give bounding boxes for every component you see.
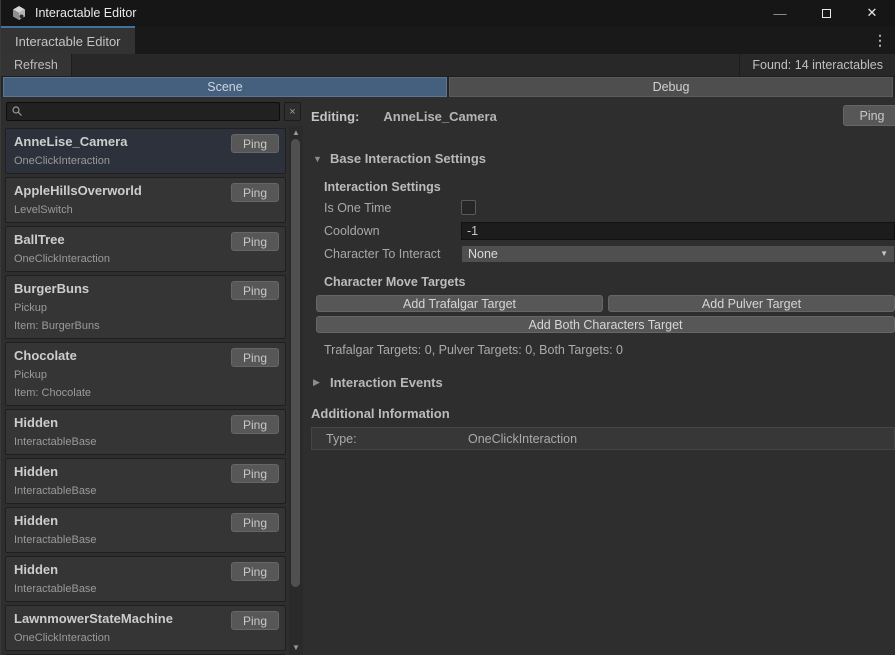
ping-button[interactable]: Ping [231, 611, 279, 630]
list-scrollbar[interactable]: ▲ ▼ [289, 126, 303, 655]
list-item[interactable]: BallTree Ping OneClickInteraction [5, 226, 286, 272]
item-type: OneClickInteraction [14, 253, 277, 266]
item-type: InteractableBase [14, 583, 277, 596]
cooldown-label: Cooldown [324, 224, 461, 238]
scene-list-panel: × AnneLise_Camera Ping OneClickInteracti… [1, 97, 303, 655]
view-tabs: Scene Debug [1, 77, 895, 97]
ping-button[interactable]: Ping [231, 348, 279, 367]
ping-selected-button[interactable]: Ping [843, 105, 895, 126]
character-to-interact-label: Character To Interact [324, 247, 461, 261]
add-both-targets-button[interactable]: Add Both Characters Target [316, 316, 895, 333]
ping-button[interactable]: Ping [231, 464, 279, 483]
toolbar: Refresh Found: 14 interactables [1, 54, 895, 77]
tab-debug[interactable]: Debug [449, 77, 893, 97]
scroll-up-icon[interactable]: ▲ [289, 126, 303, 138]
add-trafalgar-target-button[interactable]: Add Trafalgar Target [316, 295, 603, 312]
is-one-time-label: Is One Time [324, 201, 461, 215]
ping-button[interactable]: Ping [231, 281, 279, 300]
interaction-events-label: Interaction Events [330, 375, 443, 390]
item-type: InteractableBase [14, 485, 277, 498]
refresh-button[interactable]: Refresh [1, 54, 72, 76]
targets-summary: Trafalgar Targets: 0, Pulver Targets: 0,… [311, 343, 895, 357]
interaction-events-foldout[interactable]: ▶ Interaction Events [311, 375, 895, 390]
close-button[interactable]: ✕ [849, 0, 895, 26]
list-item[interactable]: Hidden Ping InteractableBase [5, 458, 286, 504]
foldout-open-icon: ▼ [313, 154, 323, 164]
ping-button[interactable]: Ping [231, 415, 279, 434]
base-settings-foldout[interactable]: ▼ Base Interaction Settings [311, 151, 895, 166]
scrollbar-thumb[interactable] [291, 139, 300, 587]
editing-panel: Editing: AnneLise_Camera Ping ▼ Base Int… [303, 97, 895, 655]
item-detail: Item: Chocolate [14, 387, 277, 400]
item-detail: Item: BurgerBuns [14, 320, 277, 333]
search-icon [11, 105, 23, 117]
cooldown-field[interactable]: -1 [461, 222, 895, 240]
ping-button[interactable]: Ping [231, 183, 279, 202]
tab-label: Interactable Editor [15, 34, 121, 49]
minimize-button[interactable]: — [757, 0, 803, 26]
kebab-menu-icon[interactable]: ⋮ [865, 32, 895, 49]
item-type: InteractableBase [14, 436, 277, 449]
chevron-down-icon: ▼ [880, 249, 888, 258]
search-clear-button[interactable]: × [284, 102, 301, 121]
character-dropdown-value: None [468, 247, 498, 261]
maximize-button[interactable] [803, 0, 849, 26]
ping-button[interactable]: Ping [231, 562, 279, 581]
character-dropdown[interactable]: None ▼ [461, 245, 895, 263]
window-title: Interactable Editor [35, 6, 136, 20]
foldout-closed-icon: ▶ [313, 377, 323, 388]
title-bar: Interactable Editor — ✕ [1, 0, 895, 26]
move-targets-header: Character Move Targets [324, 275, 895, 289]
list-item[interactable]: Chocolate Ping Pickup Item: Chocolate [5, 342, 286, 406]
is-one-time-checkbox[interactable] [461, 200, 476, 215]
type-value: OneClickInteraction [468, 432, 577, 446]
tab-scene[interactable]: Scene [3, 77, 447, 97]
item-type: LevelSwitch [14, 204, 277, 217]
list-item[interactable]: BurgerBuns Ping Pickup Item: BurgerBuns [5, 275, 286, 339]
editing-label: Editing: [311, 109, 359, 124]
list-item[interactable]: Hidden Ping InteractableBase [5, 507, 286, 553]
editing-target-name: AnneLise_Camera [383, 109, 496, 124]
ping-button[interactable]: Ping [231, 232, 279, 251]
scroll-down-icon[interactable]: ▼ [289, 641, 303, 653]
ping-button[interactable]: Ping [231, 513, 279, 532]
list-item[interactable]: LawnmowerStateMachine Ping OneClickInter… [5, 605, 286, 651]
type-info-row: Type: OneClickInteraction [311, 427, 895, 450]
item-type: OneClickInteraction [14, 155, 277, 168]
ping-button[interactable]: Ping [231, 134, 279, 153]
type-label: Type: [312, 432, 468, 446]
editor-tab-strip: Interactable Editor ⋮ [1, 26, 895, 54]
maximize-icon [822, 9, 831, 18]
app-cube-icon [11, 5, 27, 21]
item-type: Pickup [14, 302, 277, 315]
additional-information-header: Additional Information [311, 406, 895, 421]
list-item[interactable]: Hidden Ping InteractableBase [5, 409, 286, 455]
base-settings-label: Base Interaction Settings [330, 151, 486, 166]
interaction-settings-header: Interaction Settings [324, 180, 895, 194]
list-item[interactable]: Hidden Ping InteractableBase [5, 556, 286, 602]
item-type: Pickup [14, 369, 277, 382]
list-item[interactable]: AnneLise_Camera Ping OneClickInteraction [5, 128, 286, 174]
add-pulver-target-button[interactable]: Add Pulver Target [608, 295, 895, 312]
tab-interactable-editor[interactable]: Interactable Editor [1, 26, 135, 54]
item-type: InteractableBase [14, 534, 277, 547]
interactable-list: AnneLise_Camera Ping OneClickInteraction… [1, 126, 289, 655]
search-input[interactable] [6, 102, 280, 121]
item-type: OneClickInteraction [14, 632, 277, 645]
list-item[interactable]: AppleHillsOverworld Ping LevelSwitch [5, 177, 286, 223]
found-count-label: Found: 14 interactables [739, 54, 895, 76]
